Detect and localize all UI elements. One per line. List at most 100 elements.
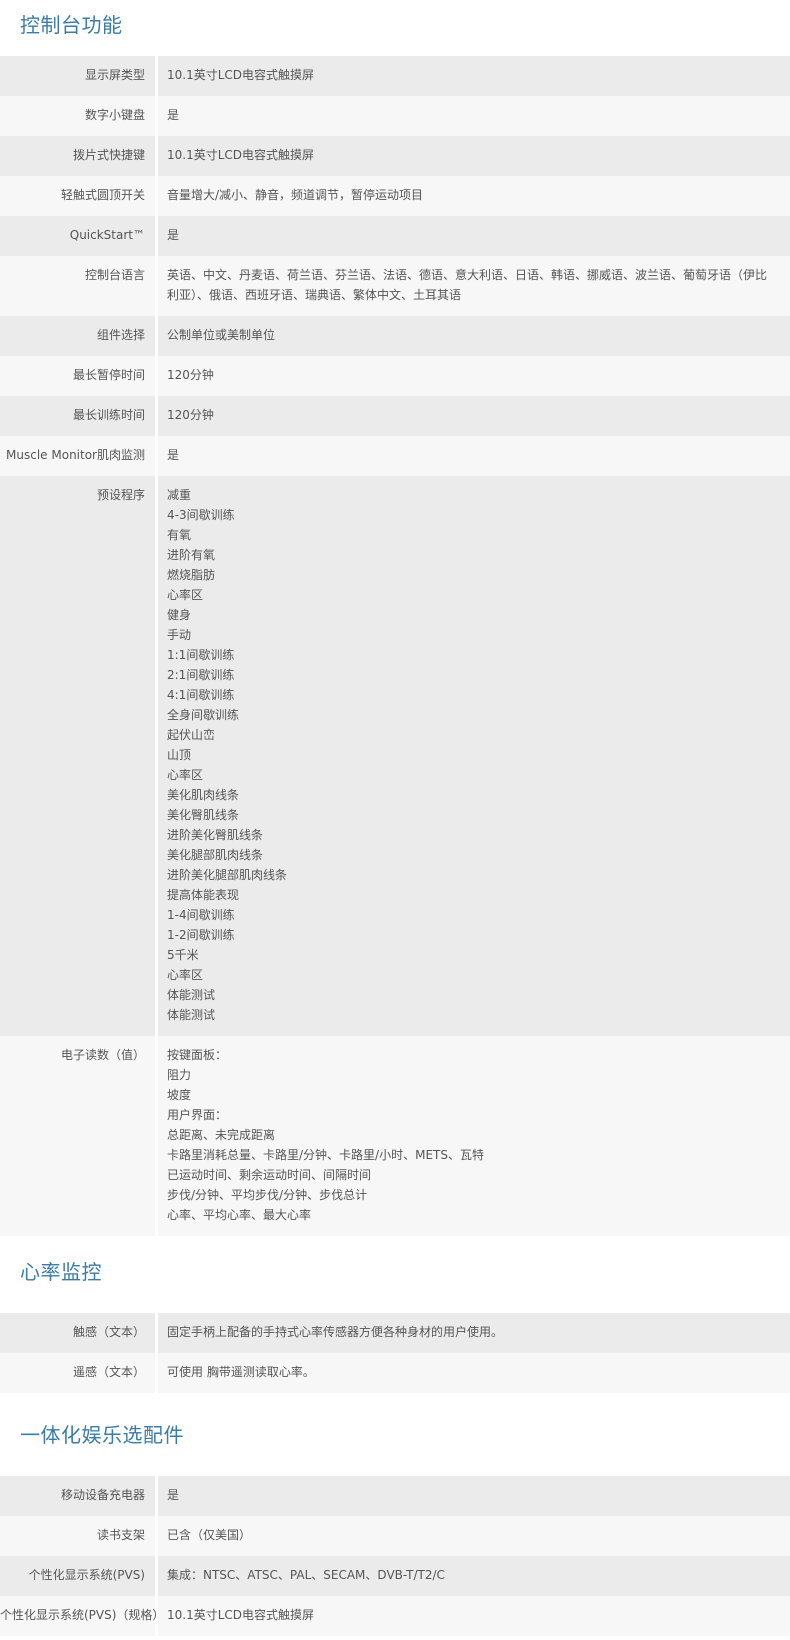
spec-label: 最长训练时间 — [0, 396, 158, 436]
spec-value: 120分钟 — [158, 356, 790, 396]
spec-value: 120分钟 — [158, 396, 790, 436]
spec-value: 10.1英寸LCD电容式触摸屏 — [158, 56, 790, 96]
spec-row: 最长训练时间 120分钟 — [0, 396, 790, 436]
spec-value-line: 美化腿部肌肉线条 — [167, 848, 264, 862]
spec-value-line: 120分钟 — [167, 408, 214, 422]
spec-label: 拨片式快捷键 — [0, 136, 158, 176]
spec-row: 触感（文本） 固定手柄上配备的手持式心率传感器方便各种身材的用户使用。 — [0, 1313, 790, 1353]
spec-value-line: 心率、平均心率、最大心率 — [167, 1208, 312, 1222]
spec-value: 按键面板： 阻力坡度用户界面： 总距离、未完成距离卡路里消耗总量、卡路里/分钟、卡路… — [158, 1036, 790, 1236]
spec-label: 预设程序 — [0, 476, 158, 1036]
spec-table: 显示屏类型 10.1英寸LCD电容式触摸屏 数字小键盘是拨片式快捷键 10.1英寸LC… — [0, 56, 790, 1236]
spec-value-line: 全身间歇训练 — [167, 708, 240, 722]
spec-value-line: 1:1间歇训练 — [167, 648, 235, 662]
spec-label: Muscle Monitor肌肉监测 — [0, 436, 158, 476]
spec-value-line: 步伐/分钟、平均步伐/分钟、步伐总计 — [167, 1188, 368, 1202]
spec-row: 轻触式圆顶开关 音量增大/减小、静音，频道调节，暂停运动项目 — [0, 176, 790, 216]
spec-row: 组件选择 公制单位或美制单位 — [0, 316, 790, 356]
spec-value-line: 集成：NTSC、ATSC、PAL、SECAM、DVB-T/T2/C — [167, 1568, 445, 1582]
spec-value-line: 体能测试 — [167, 988, 216, 1002]
spec-row: 个性化显示系统(PVS)（规格） 10.1英寸LCD电容式触摸屏 — [0, 1596, 790, 1636]
spec-value-line: 心率区 — [167, 768, 204, 782]
spec-label: 电子读数（值） — [0, 1036, 158, 1236]
spec-table: 触感（文本） 固定手柄上配备的手持式心率传感器方便各种身材的用户使用。 遥感（文本）… — [0, 1313, 790, 1393]
spec-value-line: 进阶美化腿部肌肉线条 — [167, 868, 288, 882]
spec-value-line: 10.1英寸LCD电容式触摸屏 — [167, 68, 315, 82]
spec-value-line: 提高体能表现 — [167, 888, 240, 902]
spec-value: 固定手柄上配备的手持式心率传感器方便各种身材的用户使用。 — [158, 1313, 790, 1353]
spec-value-line: 阻力 — [167, 1068, 192, 1082]
section-title: 一体化娱乐选配件 — [20, 1423, 184, 1447]
spec-value-line: 心率区 — [167, 588, 204, 602]
spec-value-line: 手动 — [167, 628, 192, 642]
spec-value-line: 10.1英寸LCD电容式触摸屏 — [167, 148, 315, 162]
spec-value-line: 美化臀肌线条 — [167, 808, 240, 822]
spec-value-line: 4:1间歇训练 — [167, 688, 235, 702]
spec-value: 已含（仅美国） — [158, 1516, 790, 1556]
spec-value-line: 减重 — [167, 488, 192, 502]
spec-label: 轻触式圆顶开关 — [0, 176, 158, 216]
spec-value-line: 进阶美化臀肌线条 — [167, 828, 264, 842]
spec-label: 遥感（文本） — [0, 1353, 158, 1393]
spec-value-line: 按键面板： — [167, 1048, 228, 1062]
spec-value-line: 总距离、未完成距离 — [167, 1128, 276, 1142]
spec-value: 英语、中文、丹麦语、荷兰语、芬兰语、法语、德语、意大利语、日语、韩语、挪威语、波… — [158, 256, 790, 316]
spec-value: 公制单位或美制单位 — [158, 316, 790, 356]
spec-value-line: 有氧 — [167, 528, 192, 542]
spec-label: 个性化显示系统(PVS) — [0, 1556, 158, 1596]
spec-label: 显示屏类型 — [0, 56, 158, 96]
spec-value-line: 坡度 — [167, 1088, 192, 1102]
spec-row: 移动设备充电器是 — [0, 1476, 790, 1516]
spec-value-line: 120分钟 — [167, 368, 214, 382]
spec-value-line: 4-3间歇训练 — [167, 508, 235, 522]
spec-value-line: 10.1英寸LCD电容式触摸屏 — [167, 1608, 315, 1622]
spec-value-line: 体能测试 — [167, 1008, 216, 1022]
spec-value: 是 — [158, 436, 790, 476]
spec-row: 遥感（文本） 可使用 胸带遥测读取心率。 — [0, 1353, 790, 1393]
spec-table: 移动设备充电器是读书支架 已含（仅美国） 个性化显示系统(PVS) 集成：NTSC、A… — [0, 1476, 790, 1636]
spec-label: QuickStart™ — [0, 216, 158, 256]
spec-value-line: 公制单位或美制单位 — [167, 328, 276, 342]
spec-value: 10.1英寸LCD电容式触摸屏 — [158, 136, 790, 176]
spec-row: Muscle Monitor肌肉监测是 — [0, 436, 790, 476]
spec-row: 拨片式快捷键 10.1英寸LCD电容式触摸屏 — [0, 136, 790, 176]
spec-row: 个性化显示系统(PVS) 集成：NTSC、ATSC、PAL、SECAM、DVB-T… — [0, 1556, 790, 1596]
spec-row: 最长暂停时间 120分钟 — [0, 356, 790, 396]
spec-value-line: 健身 — [167, 608, 192, 622]
spec-value-line: 5千米 — [167, 948, 199, 962]
spec-label: 控制台语言 — [0, 256, 158, 316]
spec-value-line: 起伏山峦 — [167, 728, 216, 742]
spec-label: 读书支架 — [0, 1516, 158, 1556]
spec-value-line: 已运动时间、剩余运动时间、间隔时间 — [167, 1168, 372, 1182]
spec-value-line: 燃烧脂肪 — [167, 568, 216, 582]
section-title: 心率监控 — [20, 1260, 102, 1284]
spec-label: 触感（文本） — [0, 1313, 158, 1353]
spec-label: 移动设备充电器 — [0, 1476, 158, 1516]
spec-label: 个性化显示系统(PVS)（规格） — [0, 1596, 164, 1636]
spec-value: 是 — [158, 96, 790, 136]
spec-value-line: 1-2间歇训练 — [167, 928, 235, 942]
spec-row: 读书支架 已含（仅美国） — [0, 1516, 790, 1556]
spec-row: 预设程序 减重 4-3间歇训练 有氧 进阶有氧 燃烧脂肪 心率区 健身 手动 1:1间歇训练 2:1… — [0, 476, 790, 1036]
spec-value-line: 用户界面： — [167, 1108, 228, 1122]
spec-value-line: 1-4间歇训练 — [167, 908, 235, 922]
spec-value-line: 进阶有氧 — [167, 548, 216, 562]
spec-value-line: 音量增大/减小、静音，频道调节，暂停运动项目 — [167, 188, 424, 202]
spec-value-line: 已含（仅美国） — [167, 1528, 252, 1542]
spec-value-line: 是 — [167, 448, 180, 462]
spec-value: 可使用 胸带遥测读取心率。 — [158, 1353, 790, 1393]
spec-value-line: 可使用 胸带遥测读取心率。 — [167, 1365, 315, 1379]
spec-value-line: 卡路里消耗总量、卡路里/分钟、卡路里/小时、METS、瓦特 — [167, 1148, 484, 1162]
spec-label: 最长暂停时间 — [0, 356, 158, 396]
spec-value-line: 美化肌肉线条 — [167, 788, 240, 802]
spec-value: 是 — [158, 216, 790, 256]
spec-value-line: 2:1间歇训练 — [167, 668, 235, 682]
spec-value-line: 固定手柄上配备的手持式心率传感器方便各种身材的用户使用。 — [167, 1325, 504, 1339]
spec-value-line: 是 — [167, 1488, 180, 1502]
spec-value-line: 英语、中文、丹麦语、荷兰语、芬兰语、法语、德语、意大利语、日语、韩语、挪威语、波… — [167, 268, 768, 302]
spec-label: 数字小键盘 — [0, 96, 158, 136]
spec-row: 电子读数（值） 按键面板： 阻力坡度用户界面： 总距离、未完成距离卡路里消耗总量、卡路… — [0, 1036, 790, 1236]
spec-row: 数字小键盘是 — [0, 96, 790, 136]
spec-value-line: 是 — [167, 108, 180, 122]
spec-value: 是 — [158, 1476, 790, 1516]
